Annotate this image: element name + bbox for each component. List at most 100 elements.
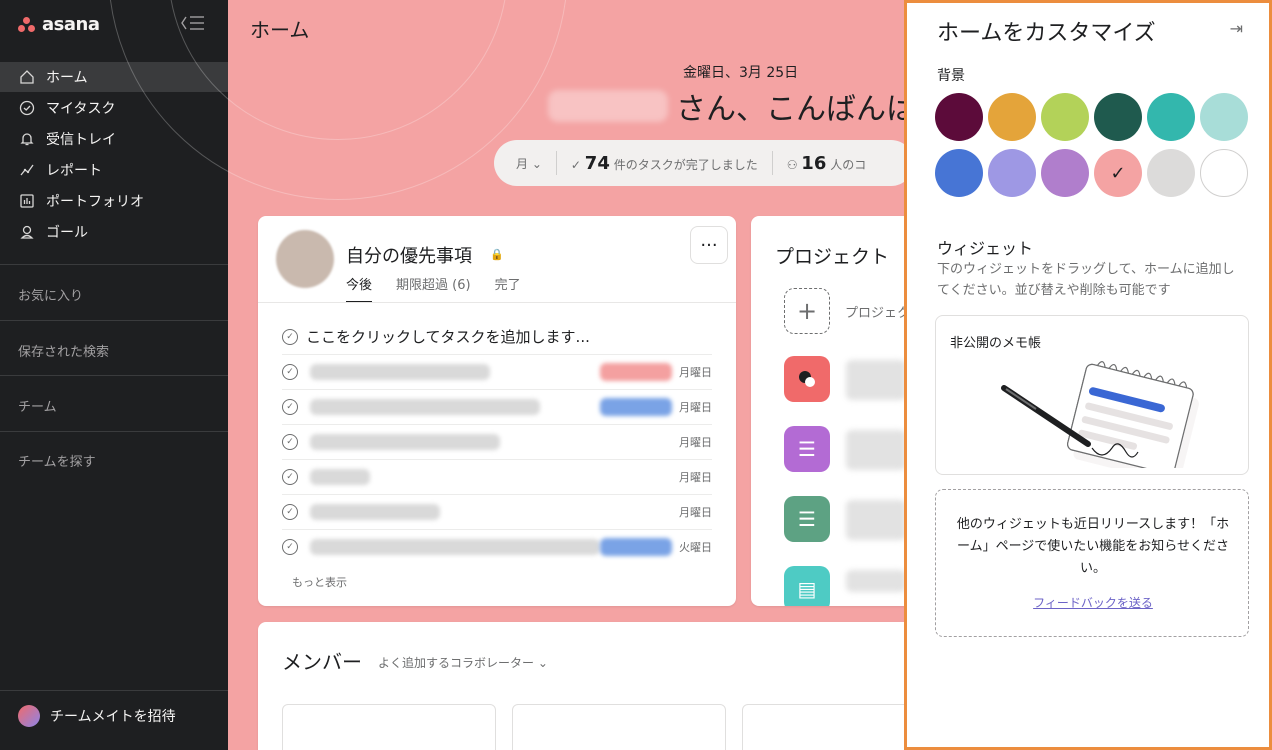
complete-task-icon[interactable]: ✓ xyxy=(282,399,298,415)
sidebar-favorites[interactable]: お気に入り xyxy=(18,285,83,304)
task-row[interactable]: ✓ 月曜日 xyxy=(282,354,712,389)
people-icon: ⚇ xyxy=(786,157,798,172)
background-swatch[interactable] xyxy=(1094,93,1142,141)
sidebar-browse-teams[interactable]: チームを探す xyxy=(18,451,96,470)
sidebar-divider xyxy=(0,320,228,321)
bell-icon xyxy=(18,130,36,148)
chat-icon[interactable] xyxy=(784,356,830,402)
list-icon[interactable]: ☰ xyxy=(784,426,830,472)
bar-chart-icon xyxy=(18,192,36,210)
home-icon xyxy=(18,68,36,86)
sidebar-divider xyxy=(0,375,228,376)
home-main: ホーム 金曜日、3月 25日 さん、こんばんは 月 ⌄ ✓ 74 件のタスクが完… xyxy=(108,0,956,750)
task-name-blurred xyxy=(310,504,440,520)
invite-icon xyxy=(18,705,40,727)
nav-goals[interactable]: ゴール xyxy=(0,217,228,247)
collaborators-dropdown[interactable]: よく追加するコラボレーター ⌄ xyxy=(378,654,548,671)
tab-overdue[interactable]: 期限超過 (6) xyxy=(396,274,471,303)
task-name-blurred xyxy=(310,399,540,415)
close-panel-icon[interactable]: ⇥ xyxy=(1230,19,1243,38)
background-swatch[interactable] xyxy=(1147,149,1195,197)
background-swatch[interactable] xyxy=(988,149,1036,197)
coming-soon-text: 他のウィジェットも近日リリースします！「ホーム」ページで使いたい機能をお知らせく… xyxy=(956,517,1230,576)
nav-my-tasks-label: マイタスク xyxy=(46,101,116,117)
notepad-widget[interactable]: 非公開のメモ帳 xyxy=(935,315,1249,475)
complete-task-icon[interactable]: ✓ xyxy=(282,504,298,520)
widgets-title: ウィジェット xyxy=(937,239,1034,258)
member-tile[interactable] xyxy=(282,704,496,750)
stats-bar: 月 ⌄ ✓ 74 件のタスクが完了しました ⚇ 16 人のコ xyxy=(494,140,914,186)
task-row[interactable]: ✓ 月曜日 xyxy=(282,494,712,529)
nav-inbox-label: 受信トレイ xyxy=(46,132,116,148)
period-dropdown[interactable]: 月 ⌄ xyxy=(516,155,542,172)
background-label: 背景 xyxy=(937,68,965,84)
chart-line-icon xyxy=(18,161,36,179)
projects-card: プロジェクト + プロジェクトを作成 ☰ ☰ ▤ xyxy=(751,216,911,606)
create-project-button[interactable]: + xyxy=(784,288,830,334)
complete-task-icon[interactable]: ✓ xyxy=(282,469,298,485)
customize-home-panel: ホームをカスタマイズ ⇥ 背景 ✓ ウィジェット 下のウィジェットをドラッグして… xyxy=(904,0,1272,750)
task-tag xyxy=(600,538,672,556)
more-options-button[interactable]: ··· xyxy=(690,226,728,264)
notepad-title: 非公開のメモ帳 xyxy=(950,336,1042,351)
show-more-link[interactable]: もっと表示 xyxy=(292,574,347,590)
background-swatch[interactable]: ✓ xyxy=(1094,149,1142,197)
add-task-button[interactable]: ✓ ここをクリックしてタスクを追加します... xyxy=(282,326,590,347)
project-name-blurred[interactable] xyxy=(846,500,906,540)
task-row[interactable]: ✓ 火曜日 xyxy=(282,529,712,564)
project-name-blurred[interactable] xyxy=(846,430,906,470)
panel-title: ホームをカスタマイズ xyxy=(937,21,1156,46)
member-tile[interactable] xyxy=(512,704,726,750)
nav-portfolio[interactable]: ポートフォリオ xyxy=(0,186,228,216)
chevron-down-icon: ⌄ xyxy=(537,656,548,670)
tab-completed[interactable]: 完了 xyxy=(495,274,521,303)
task-due-date: 月曜日 xyxy=(679,366,712,379)
background-swatch[interactable] xyxy=(1041,149,1089,197)
background-swatch[interactable] xyxy=(935,149,983,197)
background-swatch[interactable] xyxy=(1200,149,1248,197)
invite-label: チームメイトを招待 xyxy=(50,709,176,725)
nav-reports[interactable]: レポート xyxy=(0,155,228,185)
complete-task-icon[interactable]: ✓ xyxy=(282,539,298,555)
members-card: メンバー よく追加するコラボレーター ⌄ xyxy=(258,622,956,750)
task-tag xyxy=(600,398,672,416)
sidebar-divider xyxy=(0,690,228,691)
stats-divider xyxy=(555,151,557,175)
complete-task-icon[interactable]: ✓ xyxy=(282,434,298,450)
feedback-link[interactable]: フィードバックを送る xyxy=(936,594,1250,611)
background-swatch[interactable] xyxy=(1147,93,1195,141)
sidebar-divider xyxy=(0,431,228,432)
sidebar-saved-searches[interactable]: 保存された検索 xyxy=(18,341,109,360)
background-swatch[interactable] xyxy=(935,93,983,141)
task-row[interactable]: ✓ 月曜日 xyxy=(282,424,712,459)
project-name-blurred[interactable] xyxy=(846,360,906,400)
complete-task-icon[interactable]: ✓ xyxy=(282,364,298,380)
project-name-blurred[interactable] xyxy=(846,570,906,592)
invite-teammates-button[interactable]: チームメイトを招待 xyxy=(18,705,176,727)
background-swatch[interactable] xyxy=(1200,93,1248,141)
notepad-illustration xyxy=(1001,361,1199,468)
app-name: asana xyxy=(42,14,100,35)
collaborators-stat: ⚇ 16 人のコ xyxy=(786,152,867,174)
create-project-label[interactable]: プロジェクトを作成 xyxy=(845,302,911,321)
priorities-title: 自分の優先事項 xyxy=(346,246,472,267)
list-icon[interactable]: ☰ xyxy=(784,496,830,542)
background-swatch[interactable] xyxy=(1041,93,1089,141)
members-title: メンバー xyxy=(282,650,362,674)
background-swatch[interactable] xyxy=(988,93,1036,141)
task-due-date: 月曜日 xyxy=(679,436,712,449)
task-row[interactable]: ✓ 月曜日 xyxy=(282,389,712,424)
task-name-blurred xyxy=(310,434,500,450)
nav-portfolio-label: ポートフォリオ xyxy=(46,194,144,210)
presentation-icon[interactable]: ▤ xyxy=(784,566,830,606)
asana-logo[interactable]: asana xyxy=(18,14,100,35)
task-name-blurred xyxy=(310,469,370,485)
nav-reports-label: レポート xyxy=(46,163,102,179)
sidebar-teams[interactable]: チーム xyxy=(18,396,57,415)
priority-tabs: 今後 期限超過 (6) 完了 xyxy=(346,274,521,303)
check-circle-icon: ✓ xyxy=(282,328,298,345)
task-row[interactable]: ✓ 月曜日 xyxy=(282,459,712,494)
tab-upcoming[interactable]: 今後 xyxy=(346,274,373,303)
add-task-label: ここをクリックしてタスクを追加します... xyxy=(306,328,590,346)
tasks-completed-stat: ✓ 74 件のタスクが完了しました xyxy=(570,152,758,174)
